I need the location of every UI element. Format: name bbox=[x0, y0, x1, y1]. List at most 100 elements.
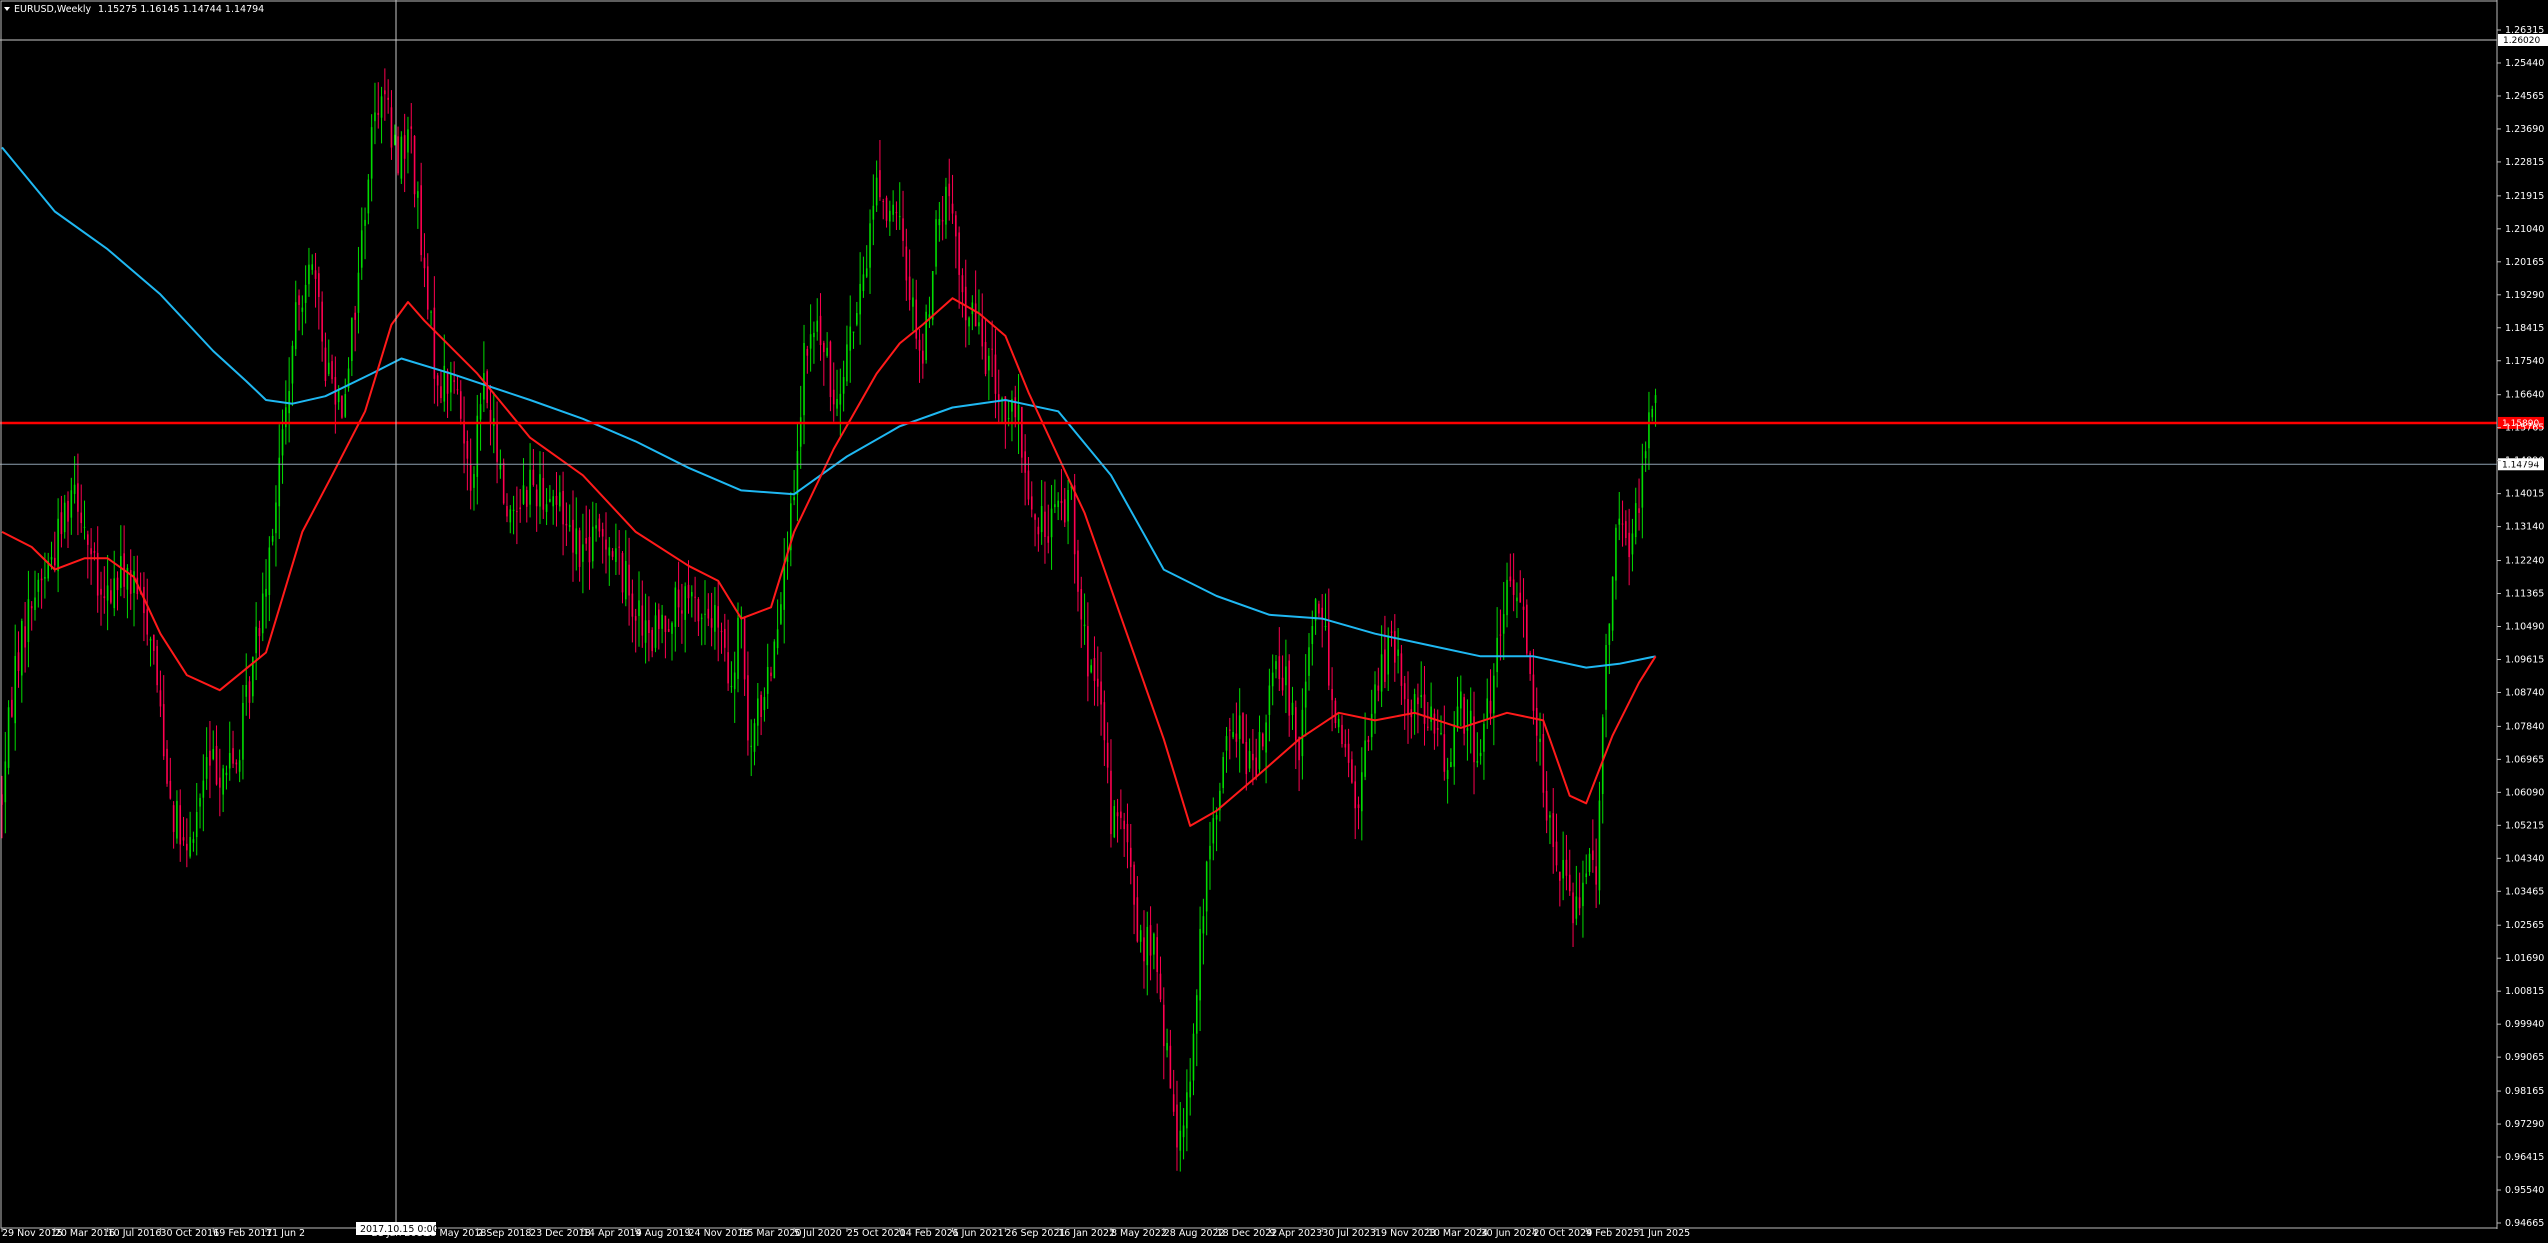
candle-body bbox=[1139, 930, 1142, 942]
candle-body bbox=[176, 800, 178, 839]
candle-body bbox=[1407, 698, 1409, 716]
candle-body bbox=[1601, 717, 1604, 795]
candle-body bbox=[440, 386, 442, 399]
candle-body bbox=[1252, 753, 1254, 761]
candle-body bbox=[869, 223, 871, 268]
candle-body bbox=[816, 320, 819, 332]
candle-body bbox=[1347, 743, 1350, 763]
candle-body bbox=[859, 283, 861, 315]
candle-body bbox=[278, 457, 281, 507]
candle-body bbox=[572, 519, 574, 553]
candle-body bbox=[770, 672, 772, 677]
candle-body bbox=[1146, 926, 1149, 966]
candle-body bbox=[351, 317, 353, 362]
candle-body bbox=[1159, 973, 1162, 1000]
candle-body bbox=[1588, 853, 1591, 872]
candle-body bbox=[1400, 653, 1403, 686]
candle-body bbox=[1516, 597, 1518, 602]
candle-body bbox=[1228, 729, 1231, 731]
candle-body bbox=[258, 628, 261, 637]
candle-body bbox=[628, 564, 630, 596]
candle-body bbox=[1123, 820, 1125, 830]
candle-body bbox=[446, 370, 449, 394]
price-tick-label: 0.96415 bbox=[2505, 1152, 2544, 1163]
candle-body bbox=[638, 600, 640, 616]
candle-body bbox=[1037, 526, 1040, 535]
candle-body bbox=[585, 538, 587, 544]
candle-body bbox=[667, 628, 670, 632]
candle-body bbox=[1083, 624, 1086, 627]
candle-body bbox=[1535, 707, 1538, 736]
candle-body bbox=[1575, 896, 1578, 919]
candle-body bbox=[228, 752, 231, 769]
chart-background bbox=[0, 0, 2548, 1243]
candle-body bbox=[1499, 634, 1502, 636]
candle-body bbox=[1522, 606, 1525, 610]
candle-body bbox=[1268, 685, 1271, 715]
price-tick-label: 1.12240 bbox=[2505, 556, 2544, 567]
candle-body bbox=[747, 675, 749, 741]
price-tick-label: 1.16640 bbox=[2505, 390, 2544, 401]
candle-body bbox=[238, 760, 241, 772]
price-tick-label: 1.09615 bbox=[2505, 654, 2544, 665]
candle-body bbox=[908, 276, 911, 300]
candle-body bbox=[918, 339, 921, 351]
candle-body bbox=[1275, 661, 1277, 670]
candle-body bbox=[1060, 501, 1063, 504]
candle-body bbox=[832, 389, 835, 405]
candle-body bbox=[915, 299, 918, 339]
candle-body bbox=[750, 745, 753, 747]
candle-body bbox=[1110, 770, 1112, 835]
time-tick-label: 30 Jun 2024 bbox=[1481, 1228, 1538, 1239]
candle-body bbox=[459, 391, 462, 419]
candle-body bbox=[453, 380, 455, 382]
candle-body bbox=[955, 215, 957, 237]
candle-body bbox=[479, 404, 482, 420]
candle-body bbox=[417, 191, 419, 198]
candle-body bbox=[60, 512, 63, 535]
candle-body bbox=[1235, 733, 1238, 742]
candle-body bbox=[704, 613, 706, 615]
candle-body bbox=[1621, 523, 1624, 525]
candle-body bbox=[1608, 623, 1611, 645]
candle-body bbox=[1090, 665, 1092, 673]
candle-body bbox=[37, 579, 40, 592]
candle-body bbox=[931, 271, 934, 320]
candle-body bbox=[961, 275, 964, 293]
candle-body bbox=[1357, 804, 1360, 808]
candle-body bbox=[182, 837, 185, 841]
candle-body bbox=[301, 307, 304, 312]
ohlc-readout: 1.15275 1.16145 1.14744 1.14794 bbox=[98, 4, 264, 15]
candle-body bbox=[40, 578, 43, 581]
candle-body bbox=[1044, 511, 1046, 538]
candle-body bbox=[1493, 675, 1495, 714]
time-axis[interactable]: 29 Nov 201520 Mar 201610 Jul 2016 30 Oct … bbox=[1, 1228, 1690, 1239]
candle-body bbox=[506, 506, 508, 517]
candle-body bbox=[466, 440, 469, 459]
candle-body bbox=[1291, 702, 1294, 715]
candle-body bbox=[700, 617, 703, 619]
candle-body bbox=[1149, 925, 1152, 956]
candle-body bbox=[1199, 928, 1201, 1001]
price-tick-label: 0.98165 bbox=[2505, 1086, 2544, 1097]
candle-body bbox=[166, 748, 168, 784]
candle-body bbox=[1542, 733, 1545, 793]
candle-body bbox=[1261, 733, 1264, 747]
candle-body bbox=[1463, 697, 1465, 734]
candle-body bbox=[865, 268, 868, 277]
crosshair-time-label: 2017.10.15 0:00 bbox=[360, 1224, 439, 1235]
price-chart[interactable]: 1.158901.14794 1.263151.254401.245651.23… bbox=[0, 0, 2548, 1243]
candle-body bbox=[757, 698, 759, 726]
candle-body bbox=[90, 548, 92, 555]
candle-body bbox=[1172, 1094, 1175, 1112]
candle-body bbox=[945, 186, 947, 225]
candle-body bbox=[83, 526, 86, 528]
candle-body bbox=[895, 212, 898, 214]
candle-body bbox=[981, 318, 984, 347]
candle-body bbox=[624, 560, 627, 600]
candle-body bbox=[1456, 706, 1459, 728]
price-tick-label: 1.03465 bbox=[2505, 886, 2544, 897]
time-tick-label: 30 Jul 2023 bbox=[1322, 1228, 1376, 1239]
candle-body bbox=[80, 512, 83, 524]
candle-body bbox=[968, 317, 970, 327]
